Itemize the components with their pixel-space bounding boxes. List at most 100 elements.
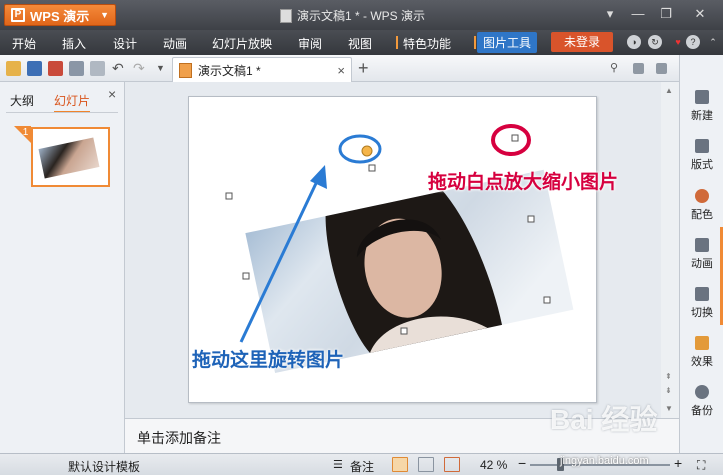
animation-icon bbox=[695, 238, 709, 252]
resize-hint-label: 拖动白点放大缩小图片 bbox=[428, 171, 619, 193]
palette-icon bbox=[695, 189, 709, 203]
print-preview-icon[interactable] bbox=[90, 61, 105, 76]
slides-pane: 大纲 幻灯片 × 1 bbox=[0, 82, 125, 453]
notes-toggle-label[interactable]: 备注 bbox=[350, 458, 374, 475]
task-label: 配色 bbox=[691, 209, 713, 221]
menu-design[interactable]: 设计 bbox=[113, 35, 137, 52]
slideshow-button[interactable] bbox=[444, 457, 460, 472]
next-slide-icon[interactable]: ⇟ bbox=[665, 386, 672, 395]
slide-thumbnail[interactable] bbox=[31, 127, 110, 187]
menu-review[interactable]: 审阅 bbox=[298, 35, 322, 52]
document-tab[interactable]: 演示文稿1 * × bbox=[172, 57, 352, 82]
normal-view-button[interactable] bbox=[392, 457, 408, 472]
design-template-label[interactable]: 默认设计模板 bbox=[68, 458, 140, 475]
task-label: 动画 bbox=[691, 258, 713, 270]
redo-icon[interactable]: ↷ bbox=[133, 61, 148, 76]
task-label: 切换 bbox=[691, 307, 713, 319]
skin-theme-icon[interactable]: ◑ bbox=[627, 35, 641, 49]
resize-highlight-circle bbox=[491, 124, 531, 156]
task-animation[interactable]: 动画 bbox=[680, 238, 723, 271]
task-transition[interactable]: 切换 bbox=[680, 287, 723, 320]
close-window-button[interactable]: ✕ bbox=[690, 6, 710, 22]
watermark-logo: Bai 经验 bbox=[550, 404, 658, 435]
window-title: 演示文稿1 * - WPS 演示 bbox=[280, 7, 425, 24]
heart-icon[interactable]: ♥ bbox=[671, 35, 685, 49]
rotate-highlight-circle bbox=[338, 134, 382, 164]
slide-number: 1 bbox=[22, 127, 29, 138]
close-pane-button[interactable]: × bbox=[108, 86, 116, 102]
skin-icon[interactable]: ▾ bbox=[600, 6, 620, 22]
rotate-hint-label: 拖动这里旋转图片 bbox=[192, 349, 345, 371]
notes-placeholder[interactable]: 单击添加备注 bbox=[137, 428, 221, 448]
menu-separator bbox=[396, 36, 398, 49]
notes-toggle-icon[interactable]: ☰ bbox=[333, 458, 343, 471]
zoom-out-button[interactable]: − bbox=[518, 455, 526, 471]
print-icon[interactable] bbox=[69, 61, 84, 76]
app-label: WPS 演示 bbox=[30, 8, 90, 24]
fit-window-icon[interactable]: ⛶ bbox=[697, 458, 705, 473]
refresh-icon[interactable]: ↻ bbox=[648, 35, 662, 49]
undo-icon[interactable]: ↶ bbox=[112, 61, 127, 76]
task-label: 备份 bbox=[691, 405, 713, 417]
chevron-down-icon: ▼ bbox=[100, 10, 109, 20]
maximize-button[interactable]: ❐ bbox=[656, 6, 676, 22]
backup-icon bbox=[695, 385, 709, 399]
tab-outline[interactable]: 大纲 bbox=[10, 92, 34, 109]
menu-special-features[interactable]: 特色功能 bbox=[403, 35, 451, 52]
open-icon[interactable] bbox=[6, 61, 21, 76]
rotate-handle[interactable] bbox=[361, 145, 373, 157]
divider bbox=[6, 112, 118, 113]
menu-animation[interactable]: 动画 bbox=[163, 35, 187, 52]
app-menu-button[interactable]: P WPS 演示 ▼ bbox=[4, 4, 116, 26]
tab-list-icon[interactable] bbox=[633, 63, 644, 74]
task-color-scheme[interactable]: 配色 bbox=[680, 189, 723, 222]
slide-sorter-button[interactable] bbox=[418, 457, 434, 472]
tab-menu-icon[interactable] bbox=[656, 63, 667, 74]
scroll-down-icon[interactable]: ▼ bbox=[665, 404, 673, 413]
task-label: 版式 bbox=[691, 159, 713, 171]
task-effects[interactable]: 效果 bbox=[680, 336, 723, 369]
zoom-in-button[interactable]: + bbox=[674, 455, 682, 471]
task-label: 新建 bbox=[691, 110, 713, 122]
title-bar: P WPS 演示 ▼ 演示文稿1 * - WPS 演示 ▾ — ❐ ✕ bbox=[0, 0, 723, 30]
menu-slideshow[interactable]: 幻灯片放映 bbox=[212, 35, 272, 52]
menu-picture-tools[interactable]: 图片工具 bbox=[477, 32, 538, 53]
task-pane-bar: 新建 版式 配色 动画 切换 效果 备份 bbox=[679, 55, 723, 453]
layout-icon bbox=[695, 139, 709, 153]
previous-slide-icon[interactable]: ⇞ bbox=[665, 372, 672, 381]
menu-separator bbox=[474, 36, 476, 49]
tab-tools-icon[interactable]: ⚲ bbox=[610, 61, 625, 76]
ribbon-collapse-icon[interactable]: ⌃ bbox=[706, 35, 720, 49]
login-button[interactable]: 未登录 bbox=[551, 32, 613, 52]
transition-icon bbox=[695, 287, 709, 301]
thumbnail-image bbox=[38, 137, 100, 179]
export-pdf-icon[interactable] bbox=[48, 61, 63, 76]
close-tab-button[interactable]: × bbox=[337, 63, 345, 78]
menu-home[interactable]: 开始 bbox=[12, 35, 36, 52]
effects-icon bbox=[695, 336, 709, 350]
minimize-button[interactable]: — bbox=[628, 6, 648, 21]
task-new-slide[interactable]: 新建 bbox=[680, 90, 723, 123]
document-icon bbox=[280, 8, 292, 23]
save-icon[interactable] bbox=[27, 61, 42, 76]
task-label: 效果 bbox=[691, 356, 713, 368]
presentation-file-icon bbox=[179, 62, 192, 78]
zoom-level[interactable]: 42 % bbox=[480, 458, 507, 472]
annotation-arrow-head bbox=[310, 165, 327, 189]
customize-dropdown-icon[interactable]: ▼ bbox=[156, 61, 171, 76]
watermark-url: jingyan.baidu.com bbox=[560, 455, 649, 467]
scroll-up-icon[interactable]: ▲ bbox=[665, 86, 673, 95]
selected-picture[interactable] bbox=[245, 169, 574, 374]
task-backup[interactable]: 备份 bbox=[680, 385, 723, 418]
wps-logo-icon: P bbox=[11, 8, 25, 22]
menu-insert[interactable]: 插入 bbox=[62, 35, 86, 52]
slide-number-badge: 1 bbox=[14, 126, 31, 143]
task-layout[interactable]: 版式 bbox=[680, 139, 723, 172]
window-title-text: 演示文稿1 * - WPS 演示 bbox=[297, 9, 426, 23]
vertical-scrollbar[interactable]: ▲ ⇞ ⇟ ▼ bbox=[661, 82, 679, 418]
tab-slides[interactable]: 幻灯片 bbox=[54, 92, 91, 113]
help-icon[interactable]: ? bbox=[686, 35, 700, 49]
new-slide-icon bbox=[695, 90, 709, 104]
menu-view[interactable]: 视图 bbox=[348, 35, 372, 52]
new-tab-button[interactable]: + bbox=[358, 58, 369, 79]
